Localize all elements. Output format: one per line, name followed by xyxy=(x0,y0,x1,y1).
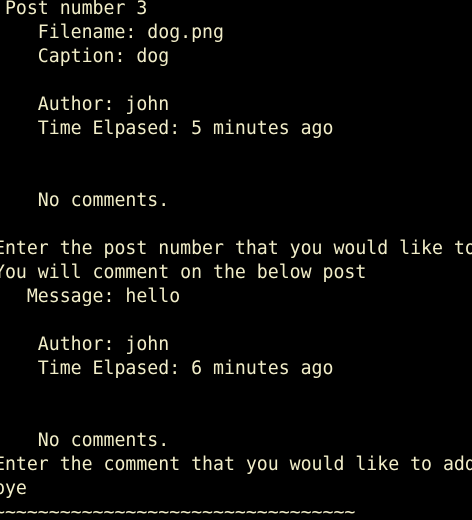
separator-line: ~~~~~~~~~~~~~~~~~~~~~~~~~~~~~~~~~ xyxy=(0,502,356,520)
post-number-prompt-line: Enter the post number that you would lik… xyxy=(0,238,472,259)
user-input-line: bye xyxy=(0,478,27,499)
no-comments-line: No comments. xyxy=(0,430,170,451)
comment-target-line: You will comment on the below post xyxy=(0,262,367,283)
caption-line: Caption: dog xyxy=(0,46,170,67)
no-comments-line: No comments. xyxy=(0,190,170,211)
terminal-output[interactable]: Post number 3 Filename: dog.png Caption:… xyxy=(0,0,472,520)
author-line: Author: john xyxy=(0,94,170,115)
author-line: Author: john xyxy=(0,334,170,355)
post-number-line: Post number 3 xyxy=(0,0,148,19)
time-elapsed-line: Time Elpased: 5 minutes ago xyxy=(0,118,334,139)
comment-prompt-line: Enter the comment that you would like to… xyxy=(0,454,472,475)
time-elapsed-line: Time Elpased: 6 minutes ago xyxy=(0,358,334,379)
filename-line: Filename: dog.png xyxy=(0,22,224,43)
message-line: Message: hello xyxy=(0,286,181,307)
